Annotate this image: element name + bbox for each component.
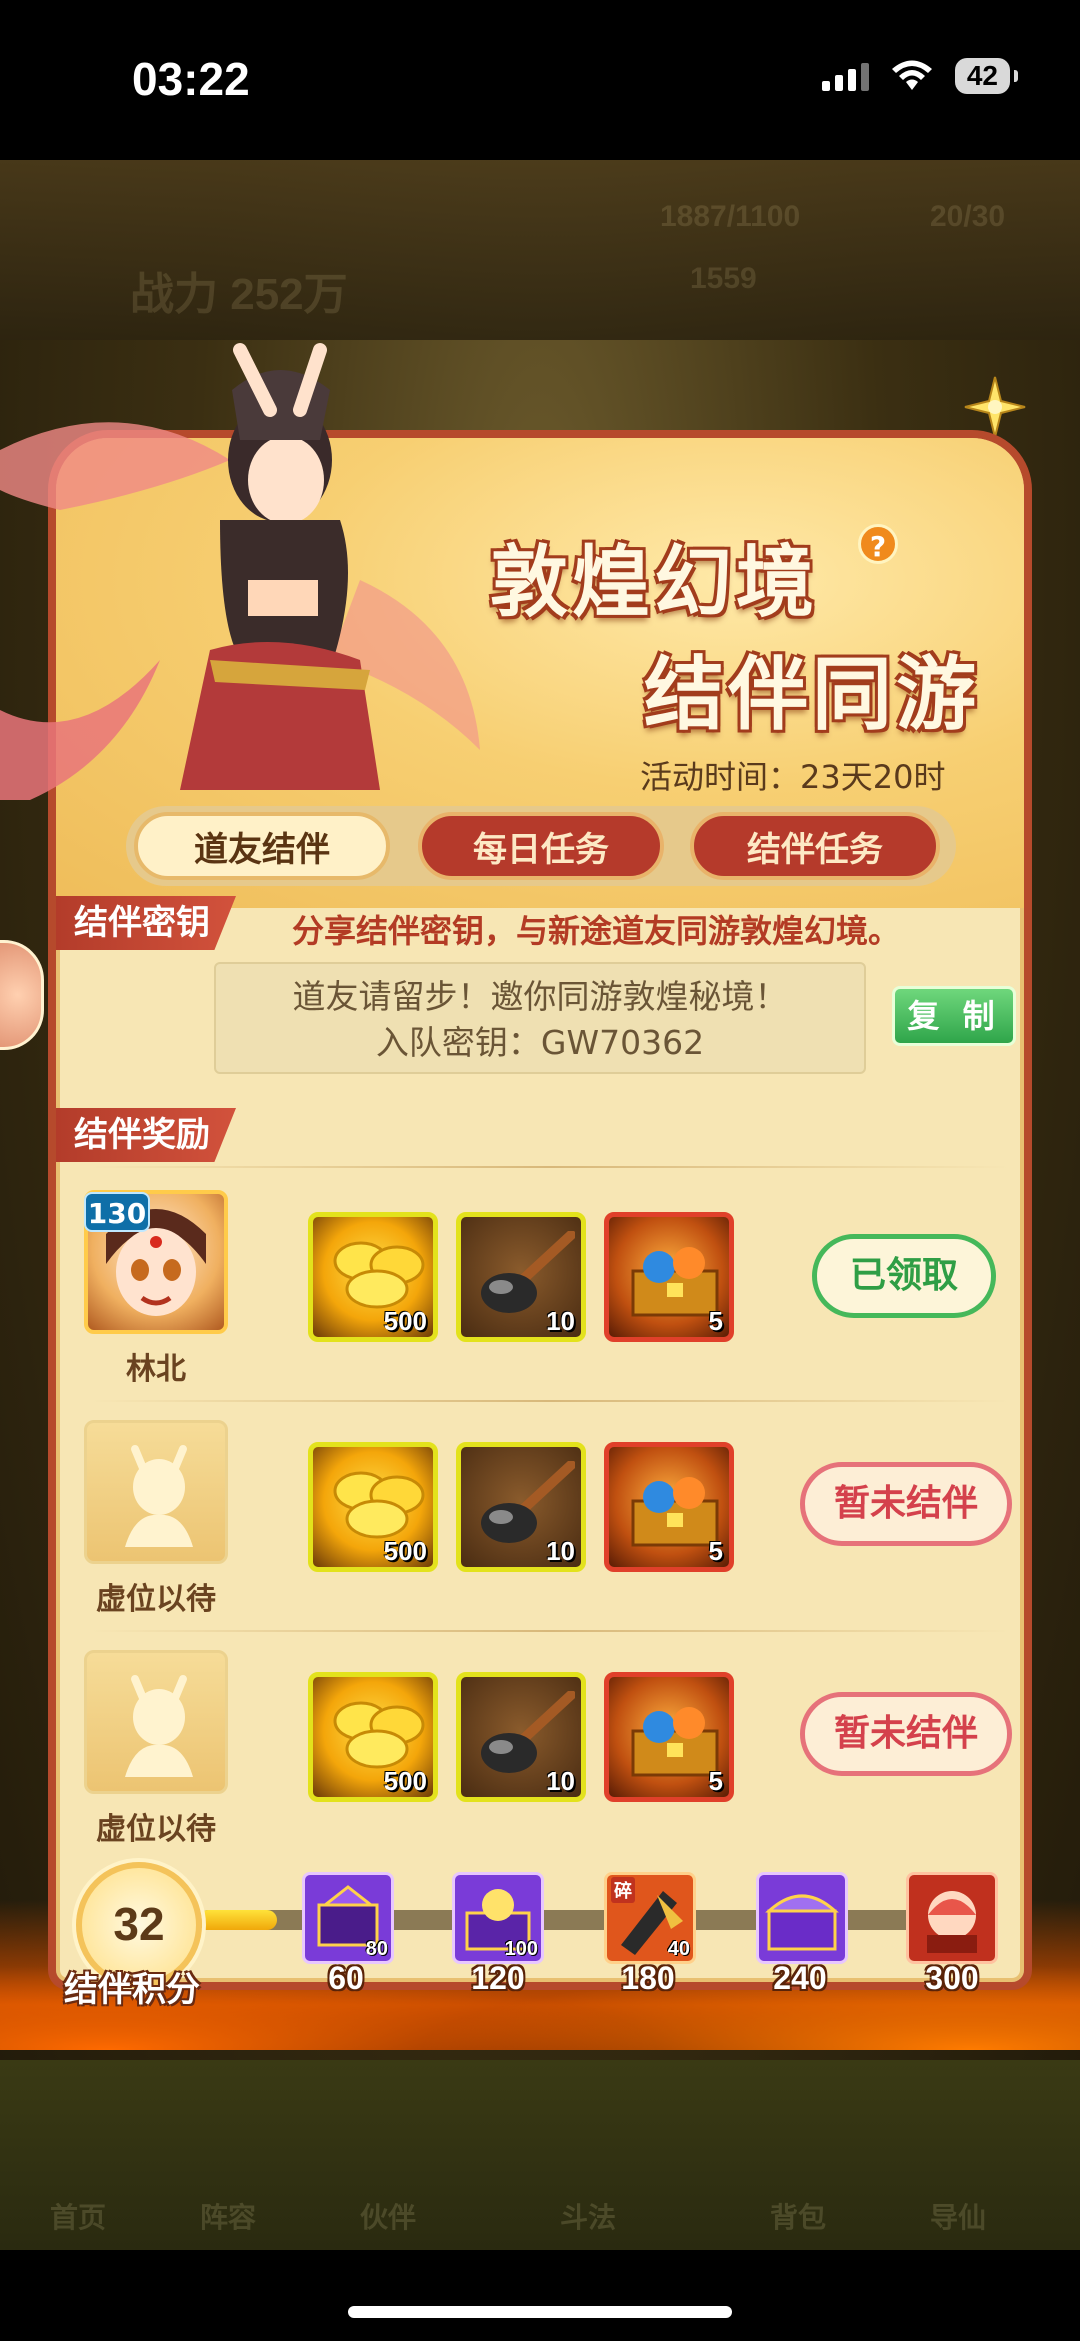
milestone-value: 120 xyxy=(471,1960,525,1996)
invite-text: 道友请留步！邀你同游敦煌秘境！ xyxy=(292,977,788,1016)
dancer-illustration xyxy=(0,343,480,800)
background-value: 1559 xyxy=(690,262,757,295)
not-paired-button[interactable]: 暂未结伴 xyxy=(800,1462,1012,1546)
item-count: 10 xyxy=(546,1306,575,1336)
item-count: 5 xyxy=(708,1536,723,1566)
silhouette-icon xyxy=(125,1675,193,1777)
item-count: 500 xyxy=(383,1306,427,1336)
nav-item[interactable]: 首页 xyxy=(50,2196,106,2236)
copy-button[interactable]: 复 制 xyxy=(892,986,1016,1046)
gold-ingot-icon xyxy=(333,1471,425,1539)
item-count: 500 xyxy=(383,1536,427,1566)
item-count: 5 xyxy=(708,1766,723,1796)
status-time: 03:22 xyxy=(132,53,250,105)
milestone-value: 60 xyxy=(328,1960,364,1996)
divider xyxy=(90,1400,1010,1402)
item-count: 10 xyxy=(546,1536,575,1566)
reward-brush[interactable]: 10 xyxy=(456,1672,586,1802)
home-indicator-area xyxy=(0,2250,1080,2341)
item-count: 5 xyxy=(708,1306,723,1336)
key-value: GW70362 xyxy=(540,1023,705,1062)
tab-companion-tasks[interactable]: 结伴任务 xyxy=(690,812,940,880)
help-icon[interactable]: ? xyxy=(858,524,898,564)
key-label: 入队密钥： xyxy=(375,1023,541,1062)
reward-gold-ingot[interactable]: 500 xyxy=(308,1212,438,1342)
section-tag-key: 结伴密钥 xyxy=(56,896,236,950)
event-time-value: 23天20时 xyxy=(800,758,946,796)
bottom-nav xyxy=(0,2060,1080,2250)
reward-chest[interactable]: 5 xyxy=(604,1672,734,1802)
milestone-reward[interactable] xyxy=(906,1872,998,1964)
item-count: 500 xyxy=(383,1766,427,1796)
nav-item[interactable]: 导仙 xyxy=(930,2196,986,2236)
reward-chest[interactable]: 5 xyxy=(604,1212,734,1342)
section-tag-rewards: 结伴奖励 xyxy=(56,1108,236,1162)
divider xyxy=(90,1166,1010,1168)
reward-chest[interactable]: 5 xyxy=(604,1442,734,1572)
nav-item[interactable]: 伙伴 xyxy=(360,2196,416,2236)
not-paired-button[interactable]: 暂未结伴 xyxy=(800,1692,1012,1776)
milestone-value: 180 xyxy=(621,1960,675,1996)
milestone-reward[interactable] xyxy=(756,1872,848,1964)
reward-gold-ingot[interactable]: 500 xyxy=(308,1442,438,1572)
battery-indicator: 42 xyxy=(954,58,1019,94)
tab-daily-tasks[interactable]: 每日任务 xyxy=(418,812,664,880)
background-value: 20/30 xyxy=(930,200,1006,233)
invite-code-box: 道友请留步！邀你同游敦煌秘境！ 入队密钥：GW70362 xyxy=(214,962,866,1074)
wifi-icon xyxy=(891,60,932,90)
silhouette-icon xyxy=(125,1445,193,1547)
milestone-reward[interactable]: 碎 40 xyxy=(604,1872,696,1964)
event-title-line1: 敦煌幻境 xyxy=(490,538,819,628)
reward-gold-ingot[interactable]: 500 xyxy=(308,1672,438,1802)
score-label: 结伴积分 xyxy=(64,1970,200,2010)
partner-name: 虚位以待 xyxy=(96,1812,216,1847)
background-value: 1887/1100 xyxy=(660,200,801,233)
progress-fill xyxy=(198,1910,277,1930)
level-badge: 130 xyxy=(84,1192,150,1232)
divider xyxy=(90,1630,1010,1632)
reward-brush[interactable]: 10 xyxy=(456,1442,586,1572)
milestone-value: 240 xyxy=(773,1960,827,1996)
item-count: 10 xyxy=(546,1766,575,1796)
status-icons: 42 xyxy=(821,58,1019,94)
event-title-line2: 结伴同游 xyxy=(644,648,980,741)
claimed-button[interactable]: 已领取 xyxy=(812,1234,996,1318)
cellular-signal-icon xyxy=(821,61,869,91)
gold-ingot-icon xyxy=(333,1701,425,1769)
fragment-badge: 碎 xyxy=(611,1877,635,1903)
tab-companion[interactable]: 道友结伴 xyxy=(134,812,390,880)
character-chest-icon xyxy=(927,1891,977,1953)
milestone-value: 300 xyxy=(925,1960,979,1996)
share-note: 分享结伴密钥，与新途道友同游敦煌幻境。 xyxy=(292,912,901,950)
event-time: 活动时间：23天20时 xyxy=(640,752,945,798)
gold-ingot-icon xyxy=(333,1241,425,1309)
event-time-label: 活动时间： xyxy=(640,758,801,796)
milestone-count: 100 xyxy=(504,1938,538,1960)
reward-brush[interactable]: 10 xyxy=(456,1212,586,1342)
status-bar: 03:22 42 xyxy=(0,0,1080,160)
invite-key-line: 入队密钥：GW70362 xyxy=(216,1020,864,1066)
milestone-count: 40 xyxy=(667,1938,690,1960)
home-indicator[interactable] xyxy=(348,2306,732,2318)
purple-chest-icon xyxy=(765,1894,839,1951)
milestone-count: 80 xyxy=(365,1938,388,1960)
milestone-reward[interactable]: 80 xyxy=(302,1872,394,1964)
nav-item[interactable]: 背包 xyxy=(770,2196,826,2236)
empty-partner-slot[interactable] xyxy=(84,1650,228,1794)
nav-item[interactable]: 斗法 xyxy=(560,2196,616,2236)
empty-partner-slot[interactable] xyxy=(84,1420,228,1564)
partner-name: 虚位以待 xyxy=(96,1582,216,1617)
nav-item[interactable]: 阵容 xyxy=(200,2196,256,2236)
background-power: 战力 252万 xyxy=(130,270,348,319)
partner-name: 林北 xyxy=(126,1352,186,1387)
milestone-reward[interactable]: 100 xyxy=(452,1872,544,1964)
